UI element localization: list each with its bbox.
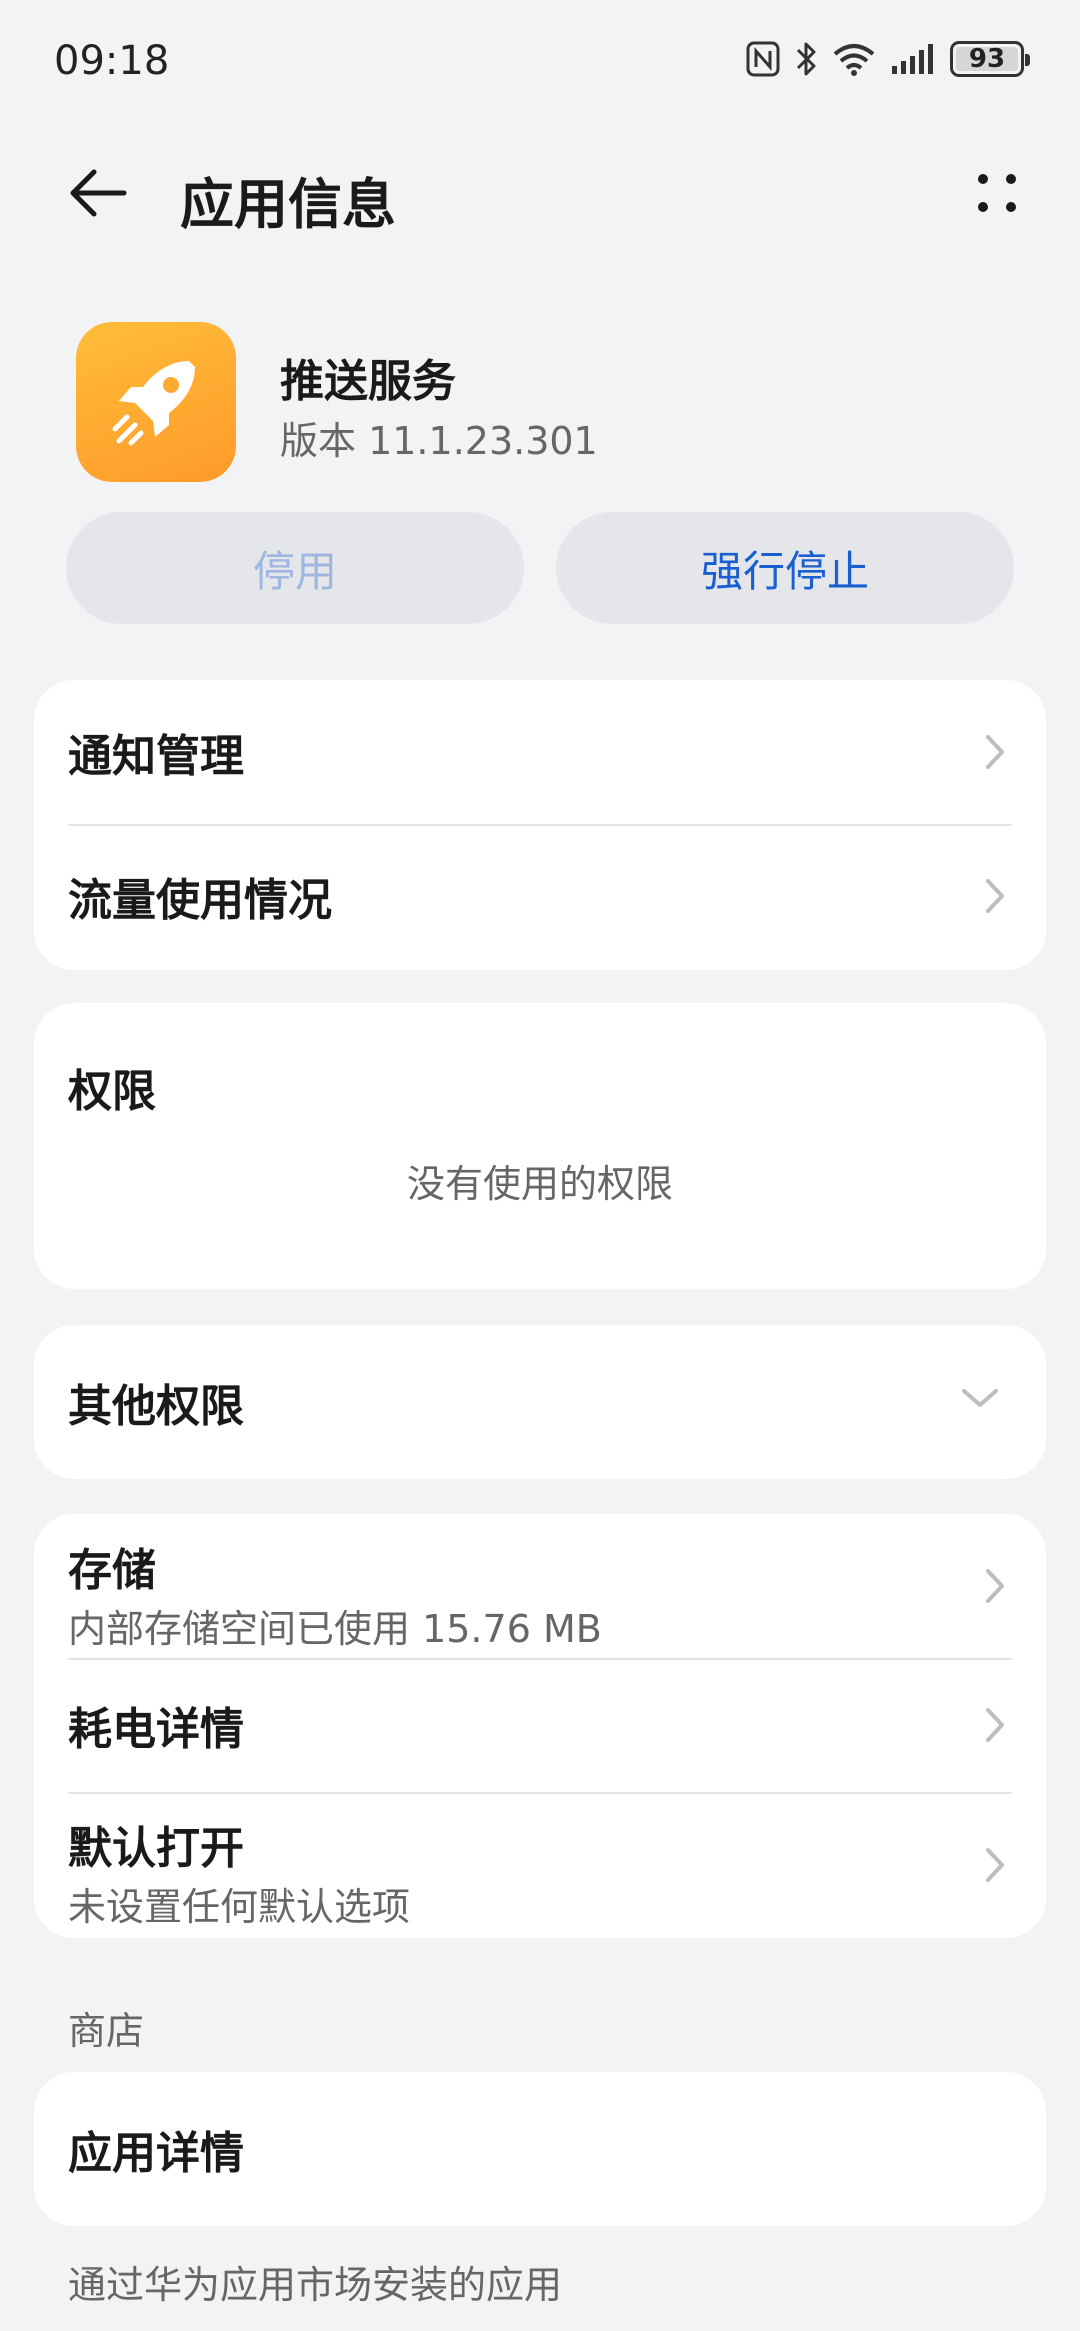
status-icons: 93 (746, 40, 1030, 78)
app-icon (76, 322, 236, 482)
battery-icon: 93 (950, 41, 1030, 77)
battery-usage-row[interactable]: 耗电详情 (34, 1658, 1046, 1792)
other-permissions-label: 其他权限 (68, 1381, 244, 1432)
more-options-icon[interactable] (962, 158, 1032, 228)
bluetooth-icon (794, 40, 818, 78)
chevron-right-icon (986, 1848, 1004, 1882)
storage-label: 存储 (68, 1545, 156, 1596)
app-details-row[interactable]: 应用详情 (34, 2072, 1046, 2226)
app-details-label: 应用详情 (68, 2128, 244, 2179)
default-open-subtitle: 未设置任何默认选项 (68, 1885, 411, 1929)
default-open-label: 默认打开 (68, 1823, 244, 1874)
permissions-title: 权限 (68, 1066, 156, 1117)
status-bar: 09:18 93 (0, 0, 1080, 120)
notification-management-row[interactable]: 通知管理 (34, 680, 1046, 824)
storage-row[interactable]: 存储 内部存储空间已使用 15.76 MB (34, 1514, 1046, 1658)
signal-icon (890, 42, 936, 76)
back-arrow-icon[interactable] (64, 158, 134, 228)
no-permissions-text: 没有使用的权限 (406, 1162, 673, 1206)
nfc-icon (746, 41, 780, 77)
chevron-down-icon (962, 1389, 998, 1407)
app-info-screen: 09:18 93 应用信息 推送服务 版本 11.1.23.301 停用 强行停… (0, 0, 1080, 2331)
default-open-row[interactable]: 默认打开 未设置任何默认选项 (34, 1792, 1046, 1938)
other-permissions-card[interactable]: 其他权限 (34, 1325, 1046, 1479)
install-source-note: 通过华为应用市场安装的应用 (68, 2263, 563, 2307)
chevron-right-icon (986, 1708, 1004, 1742)
app-name: 推送服务 (280, 356, 456, 407)
storage-subtitle: 内部存储空间已使用 15.76 MB (68, 1607, 602, 1651)
page-title: 应用信息 (180, 173, 396, 236)
data-usage-label: 流量使用情况 (68, 875, 332, 926)
disable-button[interactable]: 停用 (66, 512, 524, 624)
wifi-icon (832, 42, 876, 76)
settings-card-general: 通知管理 流量使用情况 (34, 680, 1046, 970)
other-permissions-row[interactable]: 其他权限 (34, 1325, 1046, 1479)
status-time: 09:18 (54, 38, 170, 84)
battery-usage-label: 耗电详情 (68, 1704, 244, 1755)
battery-level: 93 (968, 44, 1006, 74)
settings-card-storage: 存储 内部存储空间已使用 15.76 MB 耗电详情 默认打开 未设置任何默认选… (34, 1514, 1046, 1938)
store-section-label: 商店 (68, 2009, 145, 2053)
chevron-right-icon (986, 1569, 1004, 1603)
notification-management-label: 通知管理 (68, 731, 244, 782)
force-stop-button[interactable]: 强行停止 (556, 512, 1014, 624)
chevron-right-icon (986, 879, 1004, 913)
chevron-right-icon (986, 735, 1004, 769)
title-bar: 应用信息 (0, 140, 1080, 240)
app-version: 版本 11.1.23.301 (280, 419, 598, 463)
permissions-card: 权限 没有使用的权限 (34, 1003, 1046, 1289)
rocket-icon (112, 361, 195, 446)
data-usage-row[interactable]: 流量使用情况 (34, 824, 1046, 968)
app-details-card[interactable]: 应用详情 (34, 2072, 1046, 2226)
